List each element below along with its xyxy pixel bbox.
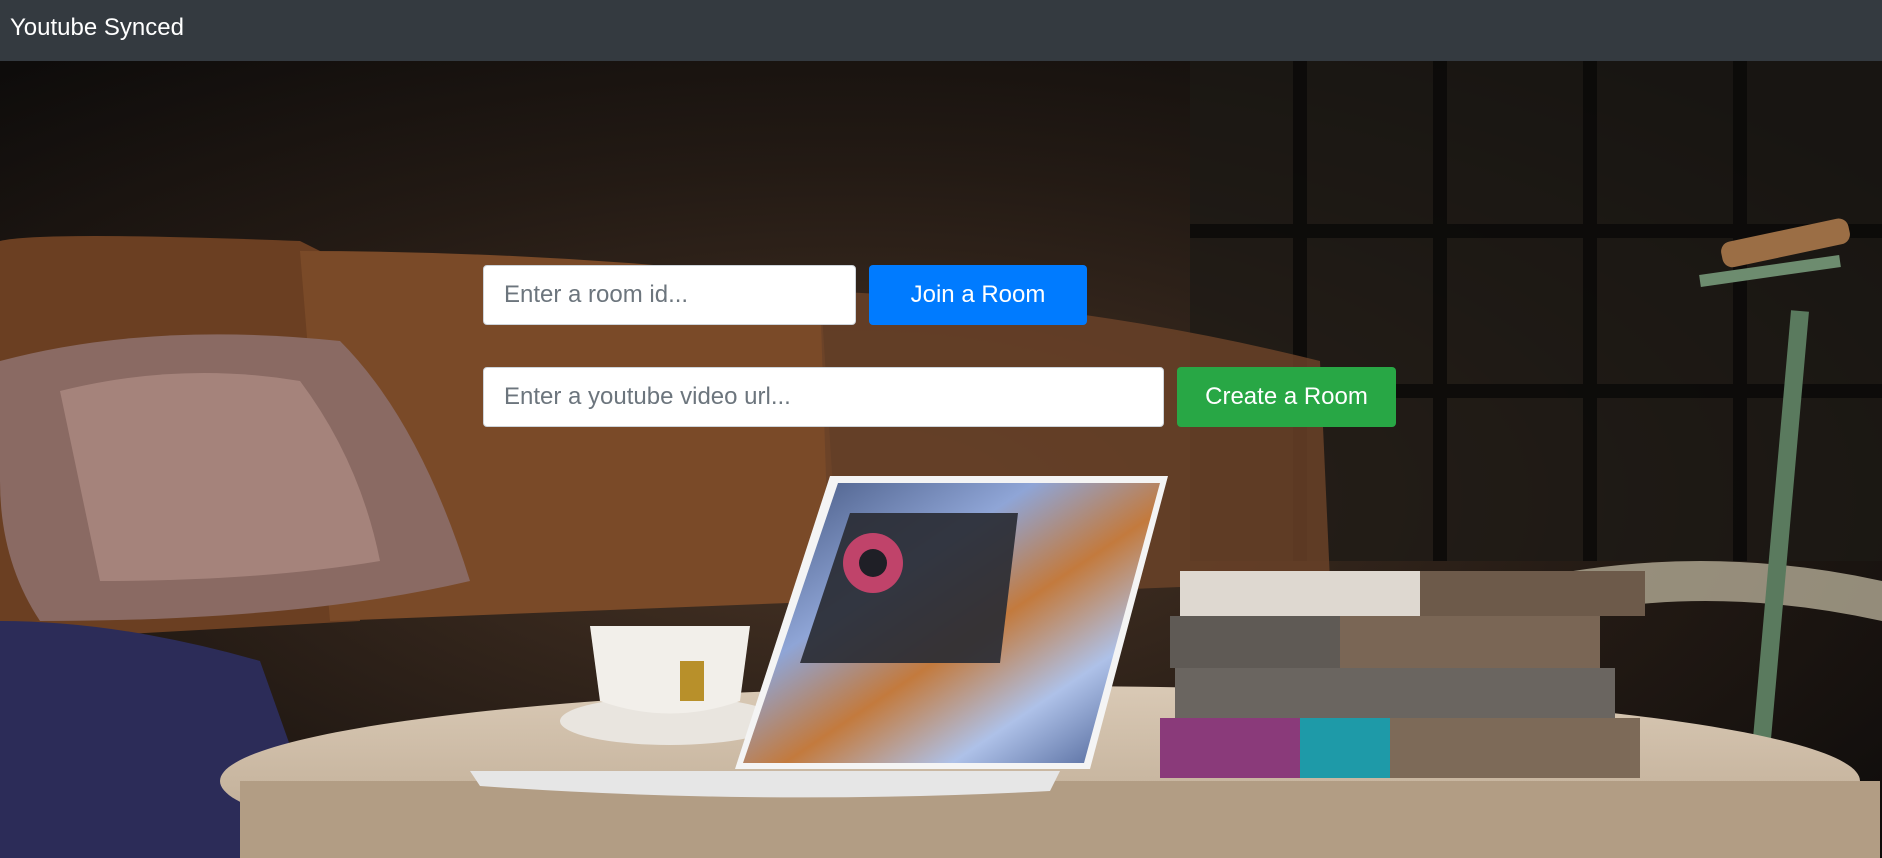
background-image [0, 61, 1882, 858]
room-id-input[interactable] [483, 265, 856, 325]
navbar: Youtube Synced [0, 0, 1882, 61]
join-room-button[interactable]: Join a Room [869, 265, 1087, 325]
navbar-brand[interactable]: Youtube Synced [10, 14, 184, 42]
video-url-input[interactable] [483, 367, 1164, 427]
create-room-button[interactable]: Create a Room [1177, 367, 1396, 427]
hero-section: Join a Room Create a Room [0, 61, 1882, 858]
